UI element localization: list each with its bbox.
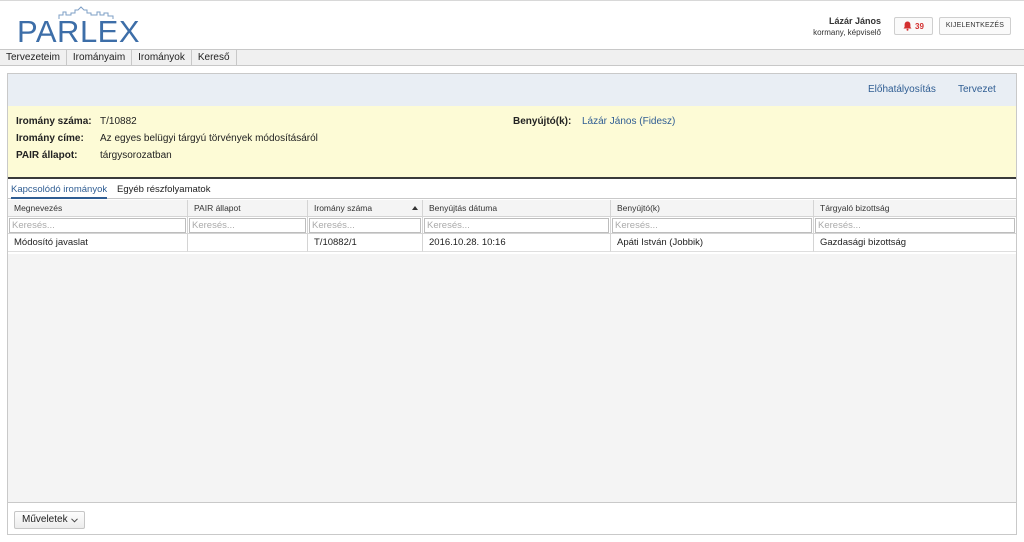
cell-name: Módosító javaslat [8, 234, 188, 252]
menu-item-kereso[interactable]: Kereső [192, 50, 237, 65]
panel-toolbar: Előhatályosítás Tervezet [8, 74, 1016, 106]
cell-submit-date: 2016.10.28. 10:16 [423, 234, 611, 252]
grid-header-row: Megnevezés PAIR állapot Iromány száma Be… [8, 200, 1016, 217]
app-header: PARLEX Lázár János kormany, képviselő 39… [0, 0, 1024, 49]
title-value: Az egyes belügyi tárgyú törvények módosí… [100, 133, 318, 144]
filter-submit-date-input[interactable] [424, 218, 609, 233]
cell-committee: Gazdasági bizottság [814, 234, 1016, 252]
tab-other-subprocesses[interactable]: Egyéb részfolyamatok [117, 184, 210, 199]
bell-icon [903, 21, 912, 31]
cell-number: T/10882/1 [308, 234, 423, 252]
grid-filter-row [8, 217, 1016, 234]
preview-link[interactable]: Előhatályosítás [868, 84, 936, 95]
table-row[interactable]: Módosító javaslat T/10882/1 2016.10.28. … [8, 234, 1016, 252]
menu-item-tervezeteim[interactable]: Tervezeteim [0, 50, 67, 65]
title-label: Iromány címe: [16, 133, 84, 144]
parlex-logo[interactable]: PARLEX [17, 6, 143, 48]
column-header-pair-status[interactable]: PAIR állapot [188, 200, 308, 217]
filter-number-input[interactable] [309, 218, 421, 233]
column-header-submit-date[interactable]: Benyújtás dátuma [423, 200, 611, 217]
filter-submitter-input[interactable] [612, 218, 812, 233]
logo-wordmark: PARLEX [17, 14, 141, 49]
filter-committee-input[interactable] [815, 218, 1015, 233]
column-header-name[interactable]: Megnevezés [8, 200, 188, 217]
filter-pair-status-input[interactable] [189, 218, 306, 233]
user-role: kormany, képviselő [813, 28, 881, 37]
column-header-number-label: Iromány száma [314, 203, 373, 213]
tab-bar: Kapcsolódó irományok Egyéb részfolyamato… [8, 181, 1016, 199]
documents-grid: Megnevezés PAIR állapot Iromány száma Be… [8, 200, 1016, 252]
status-label: PAIR állapot: [16, 150, 78, 161]
document-panel: Előhatályosítás Tervezet Iromány száma: … [7, 73, 1017, 535]
filter-cell [188, 217, 308, 234]
cell-pair-status [188, 234, 308, 252]
grid-empty-area [8, 254, 1016, 502]
main-menu: Tervezeteim Irományaim Irományok Kereső [0, 49, 1024, 66]
filter-cell [611, 217, 814, 234]
sort-ascending-icon [412, 206, 418, 210]
user-name: Lázár János [828, 16, 881, 26]
filter-cell [814, 217, 1016, 234]
column-header-number[interactable]: Iromány száma [308, 200, 423, 217]
draft-link[interactable]: Tervezet [958, 84, 996, 95]
submitter-label: Benyújtó(k): [513, 116, 572, 127]
number-value: T/10882 [100, 116, 137, 127]
column-header-submitter[interactable]: Benyújtó(k) [611, 200, 814, 217]
number-label: Iromány száma: [16, 116, 92, 127]
menu-item-iromanyok[interactable]: Irományok [132, 50, 192, 65]
actions-dropdown-button[interactable]: Műveletek [14, 511, 85, 529]
actions-label: Műveletek [22, 514, 68, 525]
filter-cell [308, 217, 423, 234]
user-info: Lázár János kormany, képviselő [813, 15, 881, 39]
logout-button[interactable]: KIJELENTKEZÉS [939, 17, 1011, 35]
notification-count: 39 [915, 21, 924, 31]
submitter-link[interactable]: Lázár János (Fidesz) [582, 116, 675, 127]
notifications-button[interactable]: 39 [894, 17, 933, 35]
document-info: Iromány száma: T/10882 Iromány címe: Az … [8, 106, 1016, 179]
filter-cell [8, 217, 188, 234]
cell-submitter: Apáti István (Jobbik) [611, 234, 814, 252]
chevron-down-icon [71, 518, 78, 523]
column-header-committee[interactable]: Tárgyaló bizottság [814, 200, 1016, 217]
status-value: tárgysorozatban [100, 150, 172, 161]
panel-footer: Műveletek [8, 502, 1016, 534]
filter-cell [423, 217, 611, 234]
tab-related-documents[interactable]: Kapcsolódó irományok [11, 184, 108, 199]
filter-name-input[interactable] [9, 218, 186, 233]
menu-item-iromanyaim[interactable]: Irományaim [67, 50, 133, 65]
